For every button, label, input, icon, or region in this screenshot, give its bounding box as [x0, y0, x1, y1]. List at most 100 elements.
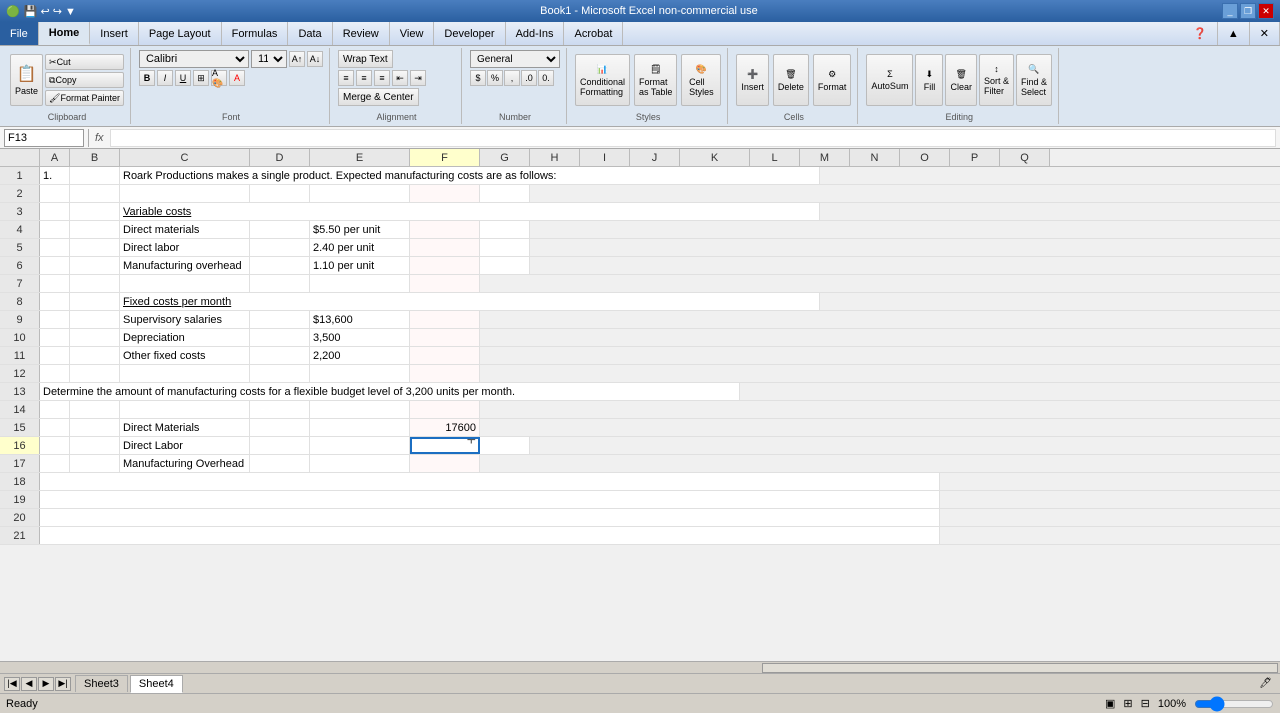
row-header-20[interactable]: 20: [0, 509, 40, 526]
cell-G2[interactable]: [480, 185, 530, 202]
cell-E15[interactable]: [310, 419, 410, 436]
tab-insert[interactable]: Insert: [90, 22, 139, 45]
col-header-J[interactable]: J: [630, 149, 680, 166]
tab-acrobat[interactable]: Acrobat: [564, 22, 623, 45]
cell-A17[interactable]: [40, 455, 70, 472]
cell-F10[interactable]: [410, 329, 480, 346]
cell-C14[interactable]: [120, 401, 250, 418]
find-select-button[interactable]: 🔍 Find &Select: [1016, 54, 1052, 106]
cell-A3[interactable]: [40, 203, 70, 220]
font-name-select[interactable]: Calibri: [139, 50, 249, 68]
number-format-select[interactable]: General: [470, 50, 560, 68]
row-header-4[interactable]: 4: [0, 221, 40, 238]
cell-B12[interactable]: [70, 365, 120, 382]
cell-C11[interactable]: Other fixed costs: [120, 347, 250, 364]
cell-B4[interactable]: [70, 221, 120, 238]
cell-B3[interactable]: [70, 203, 120, 220]
format-as-table-button[interactable]: 🗒 Formatas Table: [634, 54, 677, 106]
cell-A8[interactable]: [40, 293, 70, 310]
cell-D12[interactable]: [250, 365, 310, 382]
col-header-C[interactable]: C: [120, 149, 250, 166]
cell-B10[interactable]: [70, 329, 120, 346]
cell-F15[interactable]: 17600: [410, 419, 480, 436]
tab-file[interactable]: File: [0, 22, 39, 45]
cell-D14[interactable]: [250, 401, 310, 418]
cell-E2[interactable]: [310, 185, 410, 202]
next-sheet-button[interactable]: ▶: [38, 677, 54, 691]
close-button[interactable]: ✕: [1258, 3, 1274, 19]
col-header-O[interactable]: O: [900, 149, 950, 166]
cell-D10[interactable]: [250, 329, 310, 346]
cell-styles-button[interactable]: 🎨 CellStyles: [681, 54, 721, 106]
bold-button[interactable]: B: [139, 70, 155, 86]
col-header-B[interactable]: B: [70, 149, 120, 166]
merge-center-button[interactable]: Merge & Center: [338, 88, 419, 106]
cell-D4[interactable]: [250, 221, 310, 238]
sort-filter-button[interactable]: ↕ Sort &Filter: [979, 54, 1014, 106]
minimize-button[interactable]: _: [1222, 3, 1238, 19]
copy-button[interactable]: ⧉ Copy: [45, 72, 124, 88]
prev-sheet-button[interactable]: ◀: [21, 677, 37, 691]
cell-E4[interactable]: $5.50 per unit: [310, 221, 410, 238]
currency-button[interactable]: $: [470, 70, 486, 86]
cell-B7[interactable]: [70, 275, 120, 292]
percent-button[interactable]: %: [487, 70, 503, 86]
cell-E9[interactable]: $13,600: [310, 311, 410, 328]
col-header-P[interactable]: P: [950, 149, 1000, 166]
cut-button[interactable]: ✂ Cut: [45, 54, 124, 70]
row-header-19[interactable]: 19: [0, 491, 40, 508]
cell-F9[interactable]: [410, 311, 480, 328]
col-header-E[interactable]: E: [310, 149, 410, 166]
help-button[interactable]: ❓: [1183, 22, 1218, 45]
tab-data[interactable]: Data: [288, 22, 332, 45]
row-header-2[interactable]: 2: [0, 185, 40, 202]
increase-decimal-button[interactable]: .0: [521, 70, 537, 86]
col-header-G[interactable]: G: [480, 149, 530, 166]
format-cells-button[interactable]: ⚙ Format: [813, 54, 852, 106]
autosum-button[interactable]: Σ AutoSum: [866, 54, 913, 106]
cell-B9[interactable]: [70, 311, 120, 328]
cell-B16[interactable]: [70, 437, 120, 454]
row-header-5[interactable]: 5: [0, 239, 40, 256]
col-header-N[interactable]: N: [850, 149, 900, 166]
cell-D15[interactable]: [250, 419, 310, 436]
underline-button[interactable]: U: [175, 70, 191, 86]
cell-A12[interactable]: [40, 365, 70, 382]
first-sheet-button[interactable]: |◀: [4, 677, 20, 691]
view-normal-button[interactable]: ▣: [1105, 697, 1115, 710]
cell-G5[interactable]: [480, 239, 530, 256]
cell-B14[interactable]: [70, 401, 120, 418]
cell-F11[interactable]: [410, 347, 480, 364]
cell-C17[interactable]: Manufacturing Overhead: [120, 455, 250, 472]
cell-B1[interactable]: [70, 167, 120, 184]
zoom-slider[interactable]: [1194, 696, 1274, 712]
cell-C7[interactable]: [120, 275, 250, 292]
cell-E14[interactable]: [310, 401, 410, 418]
cell-E6[interactable]: 1.10 per unit: [310, 257, 410, 274]
cell-A2[interactable]: [40, 185, 70, 202]
cell-E11[interactable]: 2,200: [310, 347, 410, 364]
formula-input[interactable]: [110, 129, 1276, 147]
cell-B11[interactable]: [70, 347, 120, 364]
cell-G4[interactable]: [480, 221, 530, 238]
row-header-10[interactable]: 10: [0, 329, 40, 346]
cell-C2[interactable]: [120, 185, 250, 202]
cell-C15[interactable]: Direct Materials: [120, 419, 250, 436]
cell-E17[interactable]: [310, 455, 410, 472]
cell-C12[interactable]: [120, 365, 250, 382]
cell-D7[interactable]: [250, 275, 310, 292]
row-header-7[interactable]: 7: [0, 275, 40, 292]
row-header-17[interactable]: 17: [0, 455, 40, 472]
cell-E10[interactable]: 3,500: [310, 329, 410, 346]
minimize-ribbon-button[interactable]: ▲: [1218, 22, 1250, 45]
cell-B15[interactable]: [70, 419, 120, 436]
sheet-tab-sheet3[interactable]: Sheet3: [75, 675, 128, 692]
cell-D6[interactable]: [250, 257, 310, 274]
row-header-3[interactable]: 3: [0, 203, 40, 220]
sheet-navigation[interactable]: |◀ ◀ ▶ ▶|: [4, 677, 71, 691]
cell-E5[interactable]: 2.40 per unit: [310, 239, 410, 256]
row-header-12[interactable]: 12: [0, 365, 40, 382]
tab-formulas[interactable]: Formulas: [222, 22, 289, 45]
cell-E7[interactable]: [310, 275, 410, 292]
cell-D2[interactable]: [250, 185, 310, 202]
